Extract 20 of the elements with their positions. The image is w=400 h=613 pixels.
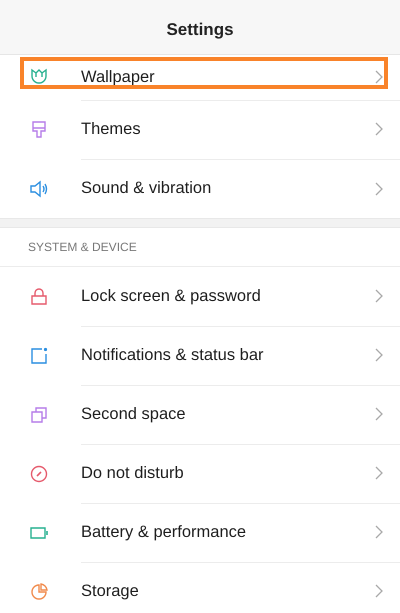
- chevron-icon: [373, 407, 385, 421]
- chevron-icon: [373, 182, 385, 196]
- settings-item[interactable]: Do not disturb: [0, 444, 400, 503]
- chevron-icon: [373, 70, 385, 84]
- page-title: Settings: [166, 20, 234, 40]
- chevron-icon: [373, 466, 385, 480]
- chevron-icon: [373, 348, 385, 362]
- settings-item[interactable]: Lock screen & password: [0, 267, 400, 326]
- chevron-icon: [373, 289, 385, 303]
- settings-item[interactable]: Second space: [0, 385, 400, 444]
- settings-item[interactable]: Storage: [0, 562, 400, 613]
- settings-item[interactable]: Wallpaper: [0, 55, 400, 100]
- chevron-icon: [373, 525, 385, 539]
- settings-item[interactable]: Battery & performance: [0, 503, 400, 562]
- settings-item[interactable]: Notifications & status bar: [0, 326, 400, 385]
- chevron-icon: [373, 584, 385, 598]
- section-heading: SYSTEM & DEVICE: [0, 228, 400, 267]
- settings-item[interactable]: Sound & vibration: [0, 159, 400, 218]
- chevron-icon: [373, 122, 385, 136]
- settings-item[interactable]: Themes: [0, 100, 400, 159]
